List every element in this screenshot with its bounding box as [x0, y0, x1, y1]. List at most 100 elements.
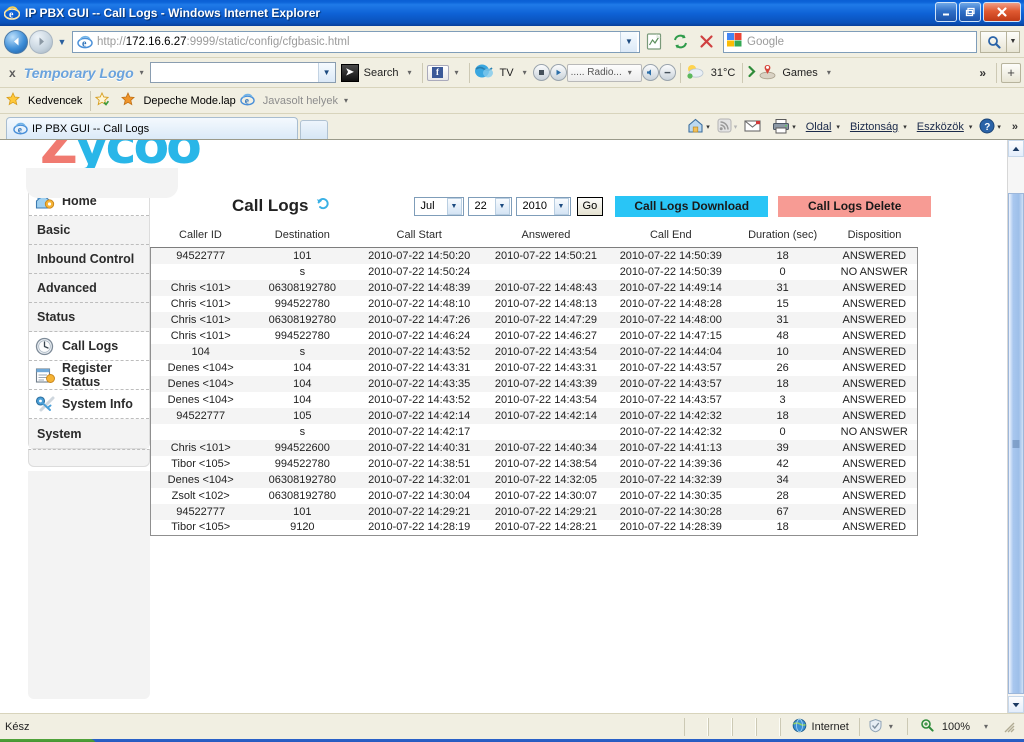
- addon-add-button[interactable]: +: [1001, 62, 1021, 83]
- tools-menu[interactable]: Eszközök: [914, 121, 967, 133]
- table-row[interactable]: Chris <101> 994522600 2010-07-22 14:40:31 2…: [150, 439, 918, 456]
- games-icon[interactable]: [758, 63, 777, 83]
- year-select[interactable]: 2010 ▼: [515, 196, 571, 216]
- month-caret-icon[interactable]: ▼: [446, 197, 462, 215]
- safety-menu-caret-icon[interactable]: ▾: [903, 123, 912, 131]
- table-row[interactable]: 94522777 105 2010-07-22 14:42:14 2010-07-22…: [150, 407, 918, 424]
- table-row[interactable]: Chris <101> 06308192780 2010-07-22 14:47:2…: [150, 311, 918, 328]
- table-row[interactable]: 94522777 101 2010-07-22 14:50:20 2010-07-22…: [150, 247, 918, 264]
- printer-icon[interactable]: [772, 118, 790, 137]
- addon-search-caret-icon[interactable]: ▾: [402, 68, 418, 77]
- zoom-caret-icon[interactable]: ▾: [978, 722, 994, 731]
- addon-overflow-icon[interactable]: »: [973, 66, 992, 80]
- address-dropdown-icon[interactable]: ▼: [620, 31, 637, 52]
- month-select[interactable]: Jul ▼: [413, 196, 464, 216]
- address-bar[interactable]: e http://172.16.6.27:9999/static/config/…: [72, 30, 640, 53]
- radio-mute-icon[interactable]: [658, 64, 676, 81]
- sidebar-item-basic[interactable]: Basic: [29, 216, 149, 245]
- addon-logo-caret-icon[interactable]: ▾: [134, 68, 150, 77]
- radio-stop-icon[interactable]: [532, 64, 550, 81]
- column-header-call-end[interactable]: Call End: [607, 226, 734, 248]
- protected-caret-icon[interactable]: ▾: [883, 722, 899, 731]
- new-tab-button[interactable]: [300, 120, 328, 139]
- close-button[interactable]: [983, 2, 1021, 22]
- facebook-caret-icon[interactable]: ▾: [449, 68, 465, 77]
- scroll-down-button[interactable]: [1008, 696, 1024, 713]
- search-go-button[interactable]: [980, 30, 1006, 53]
- table-row[interactable]: Denes <104> 104 2010-07-22 14:43:31 2010-07…: [150, 359, 918, 376]
- tv-label[interactable]: TV: [495, 67, 517, 79]
- weather-icon[interactable]: [685, 63, 706, 83]
- day-select[interactable]: 22 ▼: [467, 196, 512, 216]
- search-box[interactable]: Google: [723, 30, 977, 53]
- facebook-icon[interactable]: f: [426, 64, 449, 81]
- scrollbar-thumb[interactable]: [1008, 193, 1024, 694]
- call-logs-download-button[interactable]: Call Logs Download: [615, 195, 769, 217]
- compatibility-view-button[interactable]: [643, 30, 666, 53]
- sidebar-item-status[interactable]: Status: [29, 303, 149, 332]
- table-row[interactable]: s 2010-07-22 14:50:24 2010-07-22 14:50:39 0…: [150, 263, 918, 280]
- sidebar-item-advanced[interactable]: Advanced: [29, 274, 149, 303]
- table-row[interactable]: Tibor <105> 9120 2010-07-22 14:28:19 2010-0…: [150, 519, 918, 536]
- table-row[interactable]: Denes <104> 104 2010-07-22 14:43:52 2010-07…: [150, 391, 918, 408]
- column-header-call-start[interactable]: Call Start: [354, 226, 485, 248]
- table-row[interactable]: Chris <101> 994522780 2010-07-22 14:46:24 2…: [150, 327, 918, 344]
- scrollbar-track[interactable]: [1008, 157, 1024, 696]
- sidebar-item-system-info[interactable]: System Info: [29, 390, 149, 419]
- page-menu[interactable]: Oldal: [803, 121, 835, 133]
- back-button[interactable]: [4, 29, 28, 54]
- scroll-up-button[interactable]: [1008, 140, 1024, 157]
- restore-button[interactable]: [959, 2, 981, 22]
- sidebar-item-inbound-control[interactable]: Inbound Control: [29, 245, 149, 274]
- home-caret-icon[interactable]: ▾: [706, 123, 715, 131]
- games-chevron-icon[interactable]: [747, 65, 758, 81]
- table-row[interactable]: Denes <104> 06308192780 2010-07-22 14:32:0…: [150, 471, 918, 488]
- recent-pages-dropdown[interactable]: ▼: [55, 37, 69, 47]
- add-to-favorites-button[interactable]: [95, 91, 117, 109]
- security-zone[interactable]: Internet: [779, 717, 859, 736]
- search-input[interactable]: Google: [747, 36, 784, 48]
- radio-volume-icon[interactable]: [641, 64, 659, 81]
- mail-icon[interactable]: [744, 119, 761, 136]
- addon-search-label[interactable]: Search: [359, 67, 402, 79]
- day-caret-icon[interactable]: ▼: [494, 197, 510, 215]
- safety-menu[interactable]: Biztonság: [847, 121, 901, 133]
- stop-button[interactable]: [695, 30, 718, 53]
- addon-close-icon[interactable]: x: [3, 66, 24, 80]
- table-row[interactable]: Chris <101> 06308192780 2010-07-22 14:48:3…: [150, 279, 918, 296]
- zoom-control[interactable]: 100% ▾: [906, 718, 1024, 735]
- help-caret-icon[interactable]: ▾: [997, 123, 1006, 131]
- addon-search-go-icon[interactable]: ➤: [340, 63, 359, 82]
- favorite-item-depeche-mode[interactable]: Depeche Mode.lap: [121, 92, 236, 109]
- games-caret-icon[interactable]: ▾: [821, 68, 837, 77]
- year-caret-icon[interactable]: ▼: [553, 197, 569, 215]
- minimize-button[interactable]: [935, 2, 957, 22]
- table-row[interactable]: Denes <104> 104 2010-07-22 14:43:35 2010-07…: [150, 375, 918, 392]
- addon-search-input[interactable]: ▼: [149, 62, 336, 83]
- search-options-dropdown[interactable]: ▼: [1006, 30, 1020, 53]
- sidebar-item-register-status[interactable]: Register Status: [29, 361, 149, 390]
- tools-menu-caret-icon[interactable]: ▾: [969, 123, 978, 131]
- call-logs-delete-button[interactable]: Call Logs Delete: [778, 195, 932, 217]
- sidebar-item-call-logs[interactable]: Call Logs: [29, 332, 149, 361]
- favorites-button[interactable]: Kedvencek: [6, 92, 82, 109]
- column-header-destination[interactable]: Destination: [250, 226, 355, 248]
- column-header-caller-id[interactable]: Caller ID: [150, 226, 251, 248]
- page-scrollbar[interactable]: [1007, 140, 1024, 713]
- column-header-answered[interactable]: Answered: [484, 226, 608, 248]
- table-row[interactable]: Zsolt <102> 06308192780 2010-07-22 14:30:0…: [150, 487, 918, 504]
- column-header-disposition[interactable]: Disposition: [831, 226, 918, 248]
- tab-call-logs[interactable]: e IP PBX GUI -- Call Logs: [6, 117, 298, 139]
- home-icon[interactable]: [687, 117, 704, 137]
- column-header-duration[interactable]: Duration (sec): [733, 226, 832, 248]
- radio-station-select[interactable]: ..... Radio... ▾: [566, 63, 642, 82]
- tv-caret-icon[interactable]: ▾: [517, 68, 533, 77]
- table-row[interactable]: s 2010-07-22 14:42:17 2010-07-22 14:42:32 0…: [150, 423, 918, 440]
- table-row[interactable]: Chris <101> 994522780 2010-07-22 14:48:10 2…: [150, 295, 918, 312]
- radio-play-icon[interactable]: [549, 64, 567, 81]
- table-row[interactable]: 94522777 101 2010-07-22 14:29:21 2010-07-22…: [150, 503, 918, 520]
- resize-grip-icon[interactable]: [1002, 720, 1016, 734]
- refresh-button[interactable]: [669, 30, 692, 53]
- command-overflow-icon[interactable]: »: [1008, 121, 1020, 133]
- table-row[interactable]: 104 s 2010-07-22 14:43:52 2010-07-22 14:43:…: [150, 343, 918, 360]
